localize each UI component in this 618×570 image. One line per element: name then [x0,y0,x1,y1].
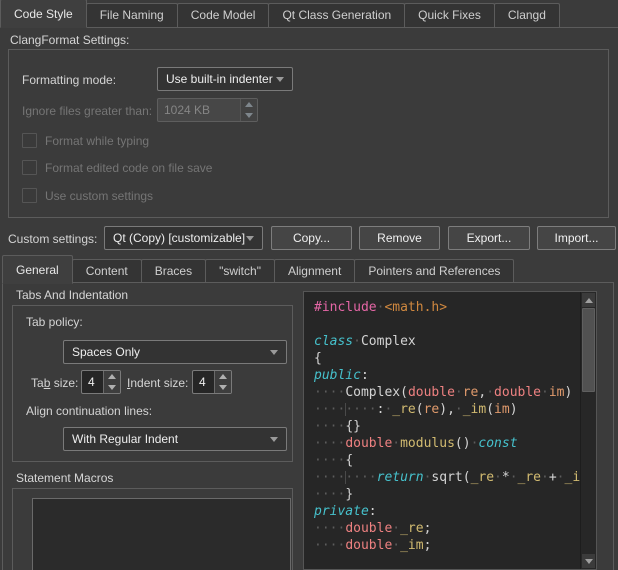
spin-down-icon [241,110,257,121]
align-continuation-value: With Regular Indent [72,432,178,446]
tab-code-style[interactable]: Code Style [0,0,87,28]
format-while-typing-row: Format while typing [22,133,149,148]
spin-down-icon[interactable] [215,382,231,393]
spin-up-icon [241,99,257,110]
tab-policy-combobox[interactable]: Spaces Only [63,340,287,364]
format-while-typing-checkbox [22,133,37,148]
use-custom-settings-checkbox [22,188,37,203]
tab-alignment[interactable]: Alignment [274,259,355,283]
custom-settings-label: Custom settings: [8,232,97,246]
code-preview-lines: #include·<math.h>class·Complex{public:··… [304,292,580,569]
align-continuation-label: Align continuation lines: [26,404,152,418]
formatting-mode-combobox[interactable]: Use built-in indenter [157,67,293,91]
ignore-files-spinbox: 1024 KB [157,98,258,122]
indent-size-value: 4 [193,371,214,393]
settings-tabbar: Code Style File Naming Code Model Qt Cla… [0,0,618,28]
scroll-down-icon[interactable] [582,554,595,568]
format-on-save-checkbox [22,160,37,175]
scrollbar-thumb[interactable] [582,308,595,392]
use-custom-settings-label: Use custom settings [45,189,153,203]
ignore-files-value: 1024 KB [158,99,240,121]
tab-file-naming[interactable]: File Naming [86,3,178,27]
tab-size-value: 4 [82,371,103,393]
code-preview-editor: #include·<math.h>class·Complex{public:··… [303,291,597,570]
copy-button[interactable]: Copy... [271,226,352,250]
tab-size-label: Tab size: [31,376,78,390]
tabs-indentation-group-label: Tabs And Indentation [16,288,128,302]
indent-size-spinbox[interactable]: 4 [192,370,232,394]
indent-size-label: Indent size: [127,376,188,390]
format-on-save-row: Format edited code on file save [22,160,212,175]
use-custom-settings-row: Use custom settings [22,188,153,203]
chevron-down-icon [270,437,278,442]
import-button[interactable]: Import... [537,226,616,250]
formatting-mode-value: Use built-in indenter [166,72,273,86]
tab-content[interactable]: Content [72,259,142,283]
clangformat-group-label: ClangFormat Settings: [10,33,129,47]
statement-macros-textarea[interactable] [32,498,291,570]
spin-up-icon[interactable] [215,371,231,382]
tab-qt-class-generation[interactable]: Qt Class Generation [268,3,405,27]
ignore-files-label: Ignore files greater than: [22,104,152,118]
chevron-down-icon [276,77,284,82]
tab-code-model[interactable]: Code Model [177,3,270,27]
spin-down-icon[interactable] [104,382,120,393]
custom-settings-value: Qt (Copy) [customizable] [113,231,245,245]
format-on-save-label: Format edited code on file save [45,161,212,175]
vertical-scrollbar[interactable] [580,292,596,569]
tab-switch[interactable]: "switch" [205,259,275,283]
custom-settings-combobox[interactable]: Qt (Copy) [customizable] [104,226,263,250]
tab-braces[interactable]: Braces [141,259,206,283]
tab-policy-value: Spaces Only [72,345,140,359]
format-while-typing-label: Format while typing [45,134,149,148]
remove-button[interactable]: Remove [359,226,440,250]
chevron-down-icon [270,350,278,355]
chevron-down-icon [246,236,254,241]
tab-quick-fixes[interactable]: Quick Fixes [404,3,495,27]
code-style-tabbar: General Content Braces "switch" Alignmen… [2,257,616,283]
spin-up-icon[interactable] [104,371,120,382]
tab-policy-label: Tab policy: [26,315,83,329]
statement-macros-group-label: Statement Macros [16,471,113,485]
tab-general[interactable]: General [2,255,73,284]
export-button[interactable]: Export... [448,226,530,250]
formatting-mode-label: Formatting mode: [22,73,116,87]
scroll-up-icon[interactable] [582,293,595,307]
tab-size-spinbox[interactable]: 4 [81,370,121,394]
align-continuation-combobox[interactable]: With Regular Indent [63,427,287,451]
tab-clangd[interactable]: Clangd [494,3,560,27]
tab-pointers-references[interactable]: Pointers and References [354,259,514,283]
